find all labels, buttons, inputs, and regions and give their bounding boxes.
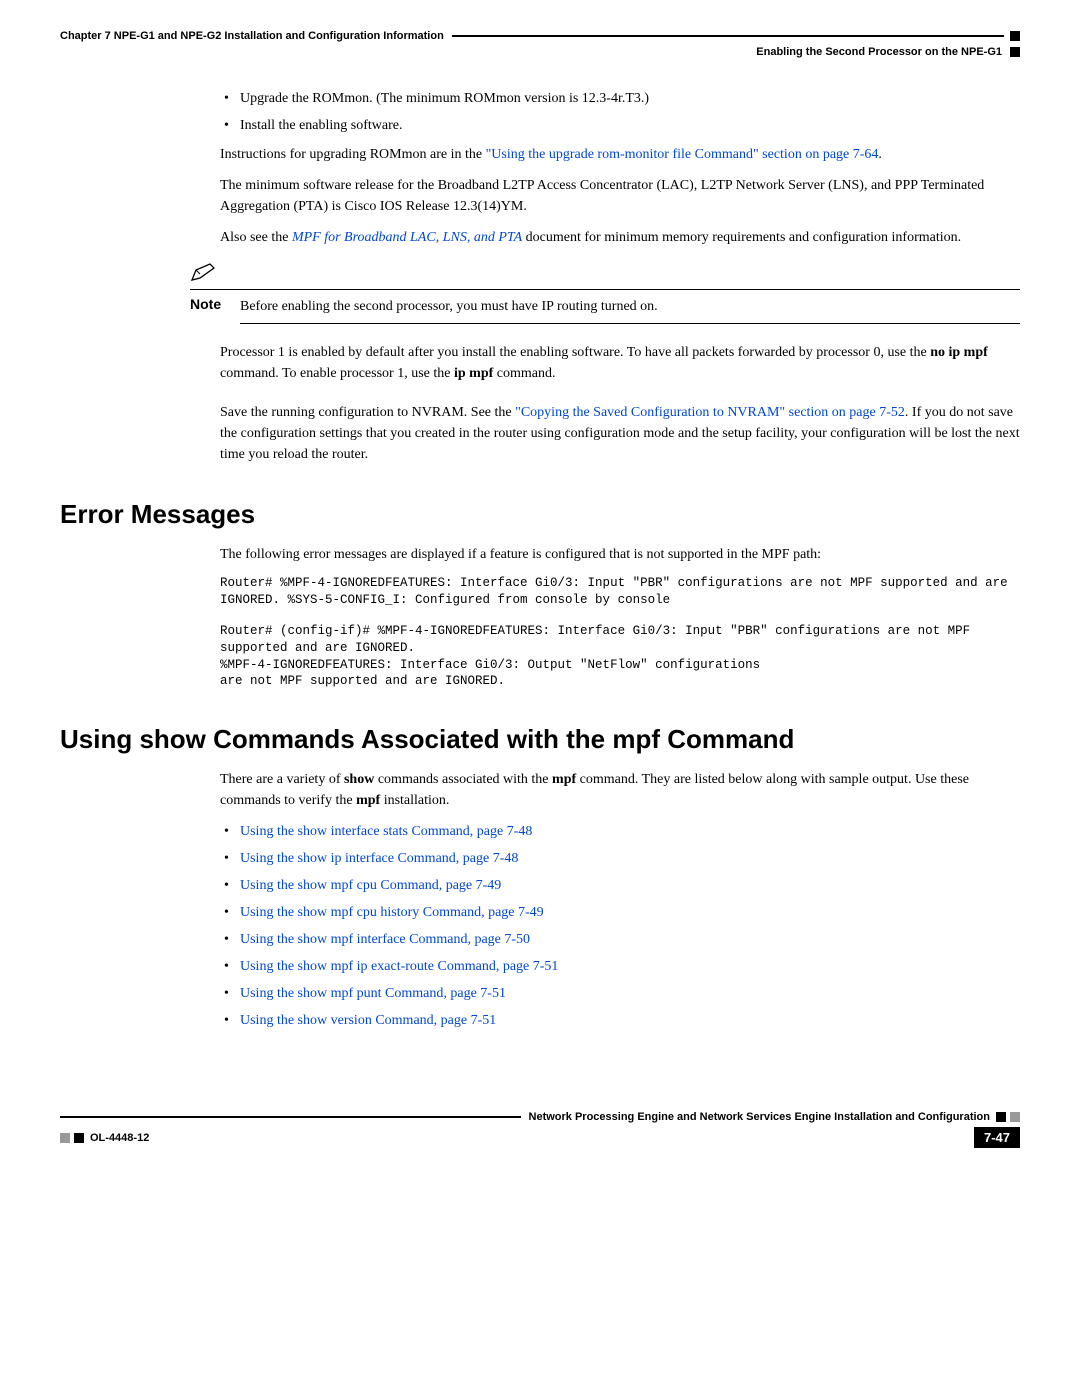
- show-link[interactable]: Using the show version Command, page 7-5…: [240, 1013, 496, 1028]
- mpf-doc-link[interactable]: MPF for Broadband LAC, LNS, and PTA: [292, 230, 522, 245]
- running-subheader: Enabling the Second Processor on the NPE…: [60, 46, 1020, 58]
- pencil-icon: [190, 262, 1020, 287]
- show-commands-heading: Using show Commands Associated with the …: [60, 724, 1020, 755]
- list-item: Upgrade the ROMmon. (The minimum ROMmon …: [220, 88, 1020, 109]
- error-messages-heading: Error Messages: [60, 499, 1020, 530]
- show-link[interactable]: Using the show mpf cpu history Command, …: [240, 905, 544, 920]
- paragraph: There are a variety of show commands ass…: [220, 769, 1020, 811]
- paragraph: Instructions for upgrading ROMmon are in…: [220, 144, 1020, 165]
- show-link[interactable]: Using the show mpf punt Command, page 7-…: [240, 986, 506, 1001]
- show-links-list: Using the show interface stats Command, …: [220, 821, 1020, 1031]
- doc-id: OL-4448-12: [90, 1132, 149, 1144]
- paragraph: Also see the MPF for Broadband LAC, LNS,…: [220, 227, 1020, 248]
- list-item: Using the show mpf cpu Command, page 7-4…: [220, 875, 1020, 896]
- list-item: Using the show mpf ip exact-route Comman…: [220, 956, 1020, 977]
- paragraph: Processor 1 is enabled by default after …: [220, 342, 1020, 384]
- footer: Network Processing Engine and Network Se…: [60, 1111, 1020, 1148]
- paragraph: The minimum software release for the Bro…: [220, 175, 1020, 217]
- show-link[interactable]: Using the show mpf cpu Command, page 7-4…: [240, 878, 501, 893]
- page: Chapter 7 NPE-G1 and NPE-G2 Installation…: [0, 0, 1080, 1188]
- footer-bottom: OL-4448-12 7-47: [60, 1127, 1020, 1148]
- footer-marker: [60, 1133, 70, 1143]
- list-item: Using the show mpf cpu history Command, …: [220, 902, 1020, 923]
- list-item: Using the show version Command, page 7-5…: [220, 1010, 1020, 1031]
- code-block: Router# (config-if)# %MPF-4-IGNOREDFEATU…: [220, 623, 1020, 691]
- chapter-label: Chapter 7 NPE-G1 and NPE-G2 Installation…: [60, 30, 444, 42]
- footer-marker: [1010, 1112, 1020, 1122]
- show-block: There are a variety of show commands ass…: [220, 769, 1020, 1031]
- footer-rule: [60, 1116, 521, 1118]
- note-label: Note: [190, 289, 240, 324]
- running-header: Chapter 7 NPE-G1 and NPE-G2 Installation…: [60, 30, 1020, 42]
- error-block: The following error messages are display…: [220, 544, 1020, 690]
- code-block: Router# %MPF-4-IGNOREDFEATURES: Interfac…: [220, 575, 1020, 609]
- after-note-block: Processor 1 is enabled by default after …: [220, 342, 1020, 465]
- note-text: Before enabling the second processor, yo…: [240, 289, 1020, 324]
- rommon-link[interactable]: "Using the upgrade rom-monitor file Comm…: [486, 147, 879, 162]
- footer-title: Network Processing Engine and Network Se…: [529, 1111, 990, 1123]
- header-marker: [1010, 31, 1020, 41]
- list-item: Install the enabling software.: [220, 115, 1020, 136]
- footer-marker: [74, 1133, 84, 1143]
- list-item: Using the show ip interface Command, pag…: [220, 848, 1020, 869]
- nvram-link[interactable]: "Copying the Saved Configuration to NVRA…: [515, 405, 905, 420]
- list-item: Using the show interface stats Command, …: [220, 821, 1020, 842]
- intro-bullets: Upgrade the ROMmon. (The minimum ROMmon …: [220, 88, 1020, 136]
- show-link[interactable]: Using the show interface stats Command, …: [240, 824, 532, 839]
- footer-title-row: Network Processing Engine and Network Se…: [60, 1111, 1020, 1123]
- show-link[interactable]: Using the show mpf ip exact-route Comman…: [240, 959, 558, 974]
- paragraph: The following error messages are display…: [220, 544, 1020, 565]
- note-block: Note Before enabling the second processo…: [60, 262, 1020, 324]
- paragraph: Save the running configuration to NVRAM.…: [220, 402, 1020, 465]
- intro-block: Upgrade the ROMmon. (The minimum ROMmon …: [220, 88, 1020, 248]
- footer-marker: [996, 1112, 1006, 1122]
- page-number: 7-47: [974, 1127, 1020, 1148]
- header-rule: [452, 35, 1004, 37]
- show-link[interactable]: Using the show ip interface Command, pag…: [240, 851, 518, 866]
- list-item: Using the show mpf interface Command, pa…: [220, 929, 1020, 950]
- subheader-marker: [1010, 47, 1020, 57]
- list-item: Using the show mpf punt Command, page 7-…: [220, 983, 1020, 1004]
- section-label: Enabling the Second Processor on the NPE…: [756, 46, 1002, 58]
- show-link[interactable]: Using the show mpf interface Command, pa…: [240, 932, 530, 947]
